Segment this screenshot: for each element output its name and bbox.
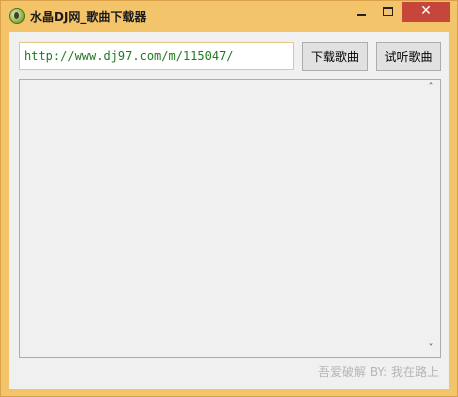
window-title: 水晶DJ网_歌曲下载器 xyxy=(30,10,147,24)
main-panel: 下载歌曲 试听歌曲 ˄ ˅ 吾爱破解 BY: 我在路上 xyxy=(9,32,449,389)
app-window: 水晶DJ网_歌曲下载器 ✕ 下载歌曲 试听歌曲 ˄ ˅ 吾爱破解 BY: 我在路… xyxy=(0,0,458,397)
title-bar[interactable]: 水晶DJ网_歌曲下载器 ✕ xyxy=(1,1,457,31)
scroll-up-icon[interactable]: ˄ xyxy=(424,81,438,95)
minimize-icon xyxy=(357,14,366,16)
maximize-icon xyxy=(383,7,393,16)
url-input[interactable] xyxy=(19,42,294,70)
maximize-button[interactable] xyxy=(375,2,402,22)
song-list-box[interactable]: ˄ ˅ xyxy=(19,79,441,358)
minimize-button[interactable] xyxy=(348,2,375,22)
credit-text: 吾爱破解 BY: 我在路上 xyxy=(318,365,439,379)
download-song-button[interactable]: 下载歌曲 xyxy=(302,42,368,71)
close-button[interactable]: ✕ xyxy=(402,2,450,22)
close-icon: ✕ xyxy=(420,3,432,19)
listen-song-button[interactable]: 试听歌曲 xyxy=(376,42,441,71)
app-logo-icon[interactable] xyxy=(9,8,25,24)
scroll-down-icon[interactable]: ˅ xyxy=(424,342,438,356)
